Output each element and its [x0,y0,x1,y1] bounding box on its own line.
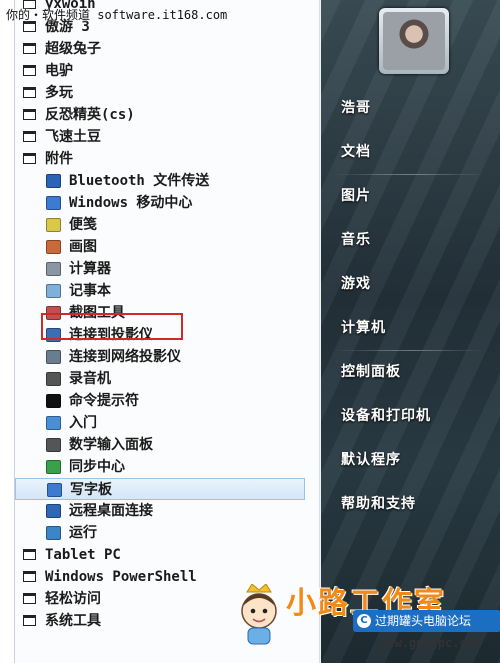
menu-separator [335,350,485,351]
program-label: 便笺 [69,217,97,233]
program-label: Windows 移动中心 [69,195,193,211]
program-label: 运行 [69,525,97,541]
program-label: 数学输入面板 [69,437,153,453]
user-picture-frame[interactable] [379,8,449,74]
right-menu-item[interactable]: 计算机 [341,312,481,344]
forum-badge: C 过期罐头电脑论坛 [353,610,500,632]
program-shortcut[interactable]: 写字板 [15,478,305,500]
folder-icon [23,109,36,120]
program-label: 轻松访问 [45,591,101,607]
program-folder[interactable]: 附件 [15,148,305,170]
run-icon [46,526,61,540]
command-prompt-icon [46,394,61,408]
program-folder[interactable]: 飞速土豆 [15,126,305,148]
paint-icon [46,240,61,254]
program-folder[interactable]: 反恐精英(cs) [15,104,305,126]
program-label: 电驴 [45,63,73,79]
watermark-text: 你的・软件频道 software.it168.com [6,8,228,22]
right-menu-item[interactable]: 默认程序 [341,444,481,476]
folder-icon [23,549,36,560]
program-label: 附件 [45,151,73,167]
program-shortcut[interactable]: 运行 [15,522,305,544]
mascot-icon [241,584,277,645]
right-menu-item[interactable]: 浩哥 [341,92,481,124]
program-label: 超级兔子 [45,41,101,57]
right-menu-item[interactable]: 控制面板 [341,356,481,388]
all-programs-pane: yxwoin 傲游 3 超级兔子 电驴 多玩 反恐精英(cs) 飞速土豆 附件 Bluetoo… [14,0,336,663]
calculator-icon [46,262,61,276]
sticky-notes-icon [46,218,61,232]
folder-icon [23,153,36,164]
right-menu-item[interactable]: 游戏 [341,268,481,300]
program-label: 远程桌面连接 [69,503,153,519]
user-avatar [383,12,445,70]
program-folder[interactable]: 超级兔子 [15,38,305,60]
snipping-tool-highlight [41,313,183,340]
program-shortcut[interactable]: 入门 [15,412,305,434]
program-label: 系统工具 [45,613,101,629]
right-menu-item[interactable]: 帮助和支持 [341,488,481,520]
program-shortcut[interactable]: 连接到网络投影仪 [15,346,305,368]
program-label: 多玩 [45,85,73,101]
folder-icon [23,131,36,142]
program-folder[interactable]: Tablet PC [15,544,305,566]
folder-icon [23,65,36,76]
wordpad-icon [47,483,62,497]
menu-separator [335,174,485,175]
folder-icon [23,571,36,582]
network-projector-icon [46,350,61,364]
program-label: 命令提示符 [69,393,139,409]
folder-icon [23,615,36,626]
bluetooth-icon [46,174,61,188]
program-shortcut[interactable]: Windows 移动中心 [15,192,305,214]
program-label: 记事本 [69,283,111,299]
program-shortcut[interactable]: 画图 [15,236,305,258]
program-label: 连接到网络投影仪 [69,349,181,365]
program-label: Bluetooth 文件传送 [69,173,210,189]
right-menu-item[interactable]: 文档 [341,136,481,168]
program-shortcut[interactable]: Bluetooth 文件传送 [15,170,305,192]
program-shortcut[interactable]: 录音机 [15,368,305,390]
program-label: 入门 [69,415,97,431]
forum-badge-text: 过期罐头电脑论坛 [375,614,472,628]
program-label: 写字板 [70,482,112,498]
program-label: 计算器 [69,261,111,277]
program-shortcut[interactable]: 远程桌面连接 [15,500,305,522]
program-label: 录音机 [69,371,111,387]
program-label: Tablet PC [45,547,121,563]
microphone-icon [46,372,61,386]
start-menu-right-pane: 浩哥文档图片音乐游戏计算机控制面板设备和打印机 默认程序帮助和支持 [321,0,500,663]
folder-icon [23,87,36,98]
math-input-icon [46,438,61,452]
folder-icon [23,593,36,604]
right-menu-item[interactable]: 图片 [341,180,481,212]
program-shortcut[interactable]: 命令提示符 [15,390,305,412]
program-shortcut[interactable]: 同步中心 [15,456,305,478]
program-label: 同步中心 [69,459,125,475]
start-menu-screenshot: 你的・软件频道 software.it168.com yxwoin 傲游 3 超级… [0,0,500,663]
folder-icon [23,43,36,54]
remote-desktop-icon [46,504,61,518]
program-label: 画图 [69,239,97,255]
program-shortcut[interactable]: 记事本 [15,280,305,302]
mobility-center-icon [46,196,61,210]
program-shortcut[interactable]: 计算器 [15,258,305,280]
right-menu-item[interactable]: 音乐 [341,224,481,256]
right-menu-item[interactable]: 设备和打印机 [341,400,481,432]
program-folder[interactable]: 多玩 [15,82,305,104]
forum-logo-icon: C [357,614,371,628]
getting-started-icon [46,416,61,430]
program-label: 反恐精英(cs) [45,107,135,123]
program-folder[interactable]: 电驴 [15,60,305,82]
program-label: 飞速土豆 [45,129,101,145]
notepad-icon [46,284,61,298]
sync-center-icon [46,460,61,474]
program-shortcut[interactable]: 数学输入面板 [15,434,305,456]
program-shortcut[interactable]: 便笺 [15,214,305,236]
watermark-logo: 小路工作室 C 过期罐头电脑论坛 www.gqgtpc.com [230,576,500,663]
program-label: Windows PowerShell [45,569,197,585]
forum-site-url: www.gqgtpc.com [380,636,482,650]
